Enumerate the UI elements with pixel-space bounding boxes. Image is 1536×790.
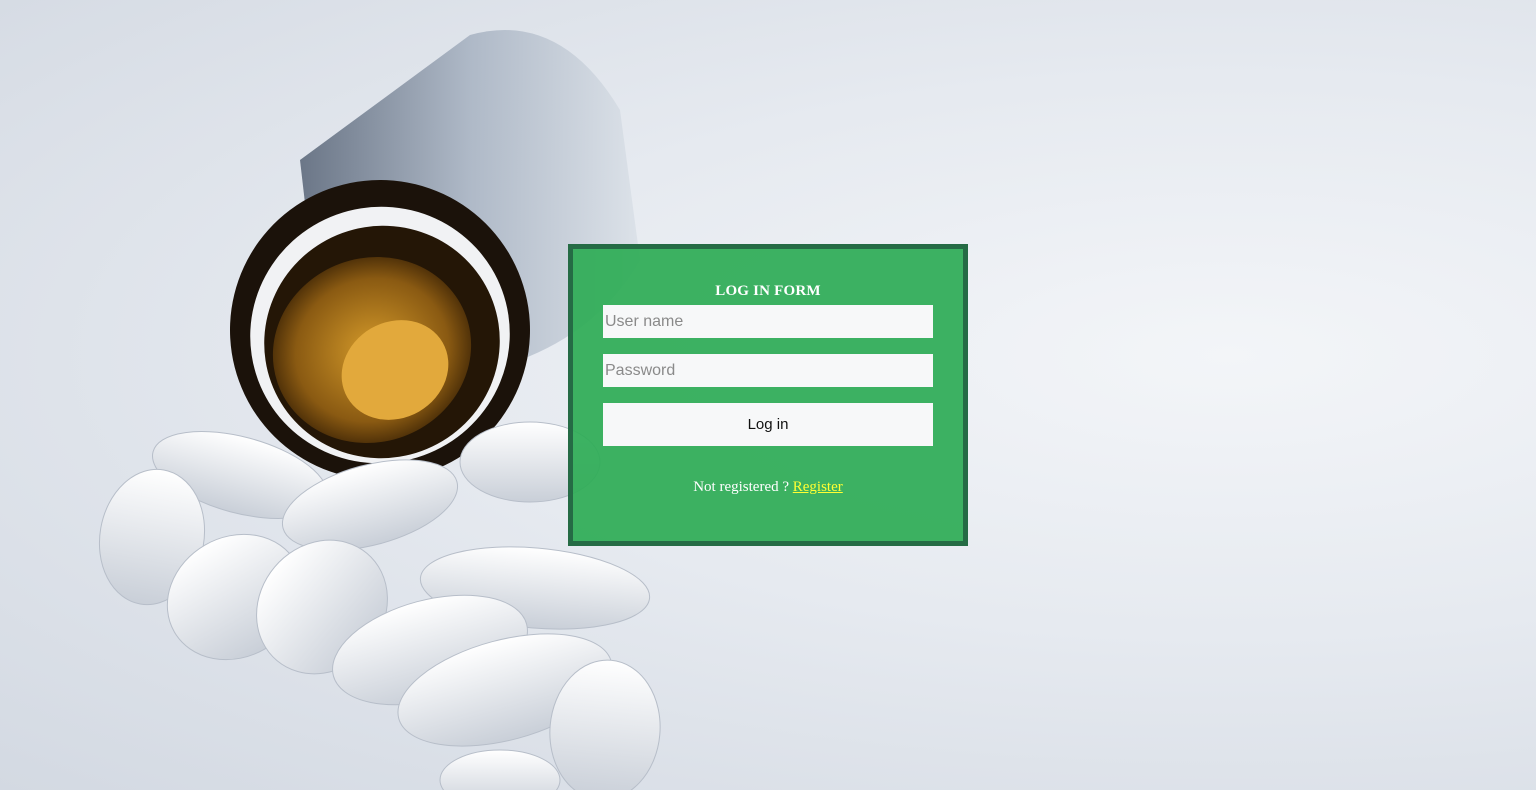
login-form-panel: LOG IN FORM Log in Not registered ? Regi…	[568, 244, 968, 546]
register-link[interactable]: Register	[793, 479, 843, 495]
register-prompt: Not registered ?	[693, 479, 793, 495]
password-input[interactable]	[603, 354, 933, 387]
username-input[interactable]	[603, 305, 933, 338]
form-title: LOG IN FORM	[715, 283, 821, 299]
login-button[interactable]: Log in	[603, 403, 933, 446]
register-row: Not registered ? Register	[573, 479, 963, 496]
